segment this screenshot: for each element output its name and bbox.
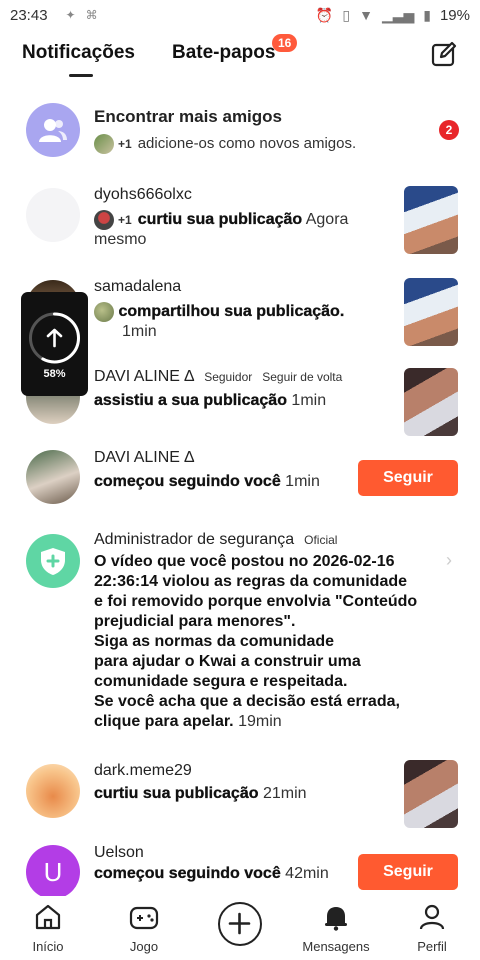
chats-unread-badge: 16: [272, 34, 298, 52]
active-tab-indicator: [69, 74, 93, 77]
nav-messages-label: Mensagens: [302, 939, 370, 954]
user-name-text: DAVI ALINE ∆: [94, 368, 195, 385]
nav-games-label: Jogo: [129, 939, 159, 954]
list-item[interactable]: Encontrar mais amigos +1 adicione-os como…: [0, 98, 480, 168]
avatar[interactable]: U: [26, 845, 80, 899]
action-text: curtiu sua publicação: [137, 211, 303, 229]
vibrate-icon: ▯: [342, 6, 351, 23]
unread-badge: 2: [439, 120, 459, 140]
timestamp: 42min: [285, 865, 329, 882]
plus-icon: [228, 912, 251, 935]
post-thumbnail[interactable]: [404, 368, 458, 436]
timestamp: 1min: [291, 392, 327, 409]
action-text: começou seguindo você: [94, 473, 281, 490]
bell-icon: [325, 907, 347, 931]
follow-back-tag[interactable]: Seguir de volta: [262, 370, 342, 384]
post-thumbnail[interactable]: [404, 186, 458, 254]
user-name[interactable]: Uelson: [94, 844, 144, 862]
user-name[interactable]: DAVI ALINE ∆: [94, 449, 194, 467]
mini-avatar: [94, 302, 114, 322]
list-item[interactable]: DAVI ALINE ∆ começou seguindo você 1min …: [0, 446, 480, 516]
upload-progress-ring: [29, 312, 80, 364]
message-line: Siga as normas da comunidade: [94, 633, 335, 650]
signal-icon: ▁▃▅: [381, 6, 415, 23]
plus-count: +1: [118, 213, 132, 227]
shield-icon: [41, 548, 65, 575]
chevron-right-icon[interactable]: ›: [446, 550, 452, 571]
nav-profile[interactable]: Perfil: [392, 902, 472, 954]
message-line: Se você acha que a decisão está errada,: [94, 693, 400, 710]
action-text: compartilhou sua publicação.: [118, 303, 345, 321]
user-name: Administrador de segurança Oficial: [94, 531, 337, 549]
nav-home-label: Início: [32, 939, 64, 954]
list-item[interactable]: U Uelson começou seguindo você 42min Seg…: [0, 842, 480, 899]
security-avatar: [26, 534, 80, 588]
mini-avatar: [94, 134, 114, 154]
timestamp: 1min: [285, 473, 320, 490]
user-name[interactable]: dyohs666olxc: [94, 186, 192, 204]
post-thumbnail[interactable]: [404, 278, 458, 346]
message-line: 22:36:14 violou as regras da comunidade: [94, 573, 408, 590]
item-title: Encontrar mais amigos: [94, 107, 283, 126]
action-text: curtiu sua publicação: [94, 785, 259, 802]
user-name[interactable]: DAVI ALINE ∆ Seguidor Seguir de volta: [94, 368, 342, 386]
mini-avatar: [94, 210, 114, 230]
create-post-button[interactable]: [218, 902, 262, 946]
avatar[interactable]: [26, 450, 80, 504]
nav-home[interactable]: Início: [8, 902, 88, 954]
cleaner-icon: ✦: [65, 8, 76, 22]
follower-tag: Seguidor: [204, 370, 253, 384]
avatar-letter: U: [43, 856, 63, 887]
find-friends-avatar: [26, 103, 80, 157]
user-name-text: Administrador de segurança: [94, 531, 295, 548]
friends-icon: [39, 119, 67, 142]
avatar[interactable]: [26, 764, 80, 818]
plus-count: +1: [118, 137, 132, 151]
status-time: 23:43: [10, 6, 48, 24]
timestamp: 21min: [262, 785, 307, 802]
message-line: para ajudar o Kwai a construir uma: [94, 653, 361, 670]
nav-profile-label: Perfil: [417, 939, 447, 954]
battery-icon: ▮: [423, 6, 431, 23]
action-text: assistiu a sua publicação: [94, 392, 287, 409]
message-line: e foi removido porque envolvia "Conteúdo: [94, 593, 418, 610]
battery-level: 19%: [439, 6, 470, 24]
follow-button[interactable]: Seguir: [358, 460, 458, 496]
user-name[interactable]: dark.meme29: [94, 762, 192, 780]
upload-progress-label: 58%: [43, 368, 66, 380]
home-icon: [35, 904, 61, 930]
alarm-icon: ⏰: [315, 6, 334, 23]
tab-chats[interactable]: Bate-papos: [172, 42, 275, 64]
nav-messages[interactable]: Mensagens: [296, 902, 376, 954]
compose-icon[interactable]: [430, 40, 458, 68]
app-notification-icon: ⌘: [85, 8, 98, 22]
bottom-nav: Início Jogo Mensagens Perfil: [0, 896, 480, 960]
timestamp: 19min: [238, 713, 282, 730]
post-thumbnail[interactable]: [404, 760, 458, 828]
item-text: adicione-os como novos amigos.: [137, 135, 357, 153]
action-text: começou seguindo você: [94, 865, 281, 882]
upload-arrow-icon: [46, 328, 63, 348]
user-name[interactable]: samadalena: [94, 278, 181, 296]
official-tag: Oficial: [304, 533, 338, 547]
wifi-icon: ▼: [359, 7, 373, 23]
profile-icon: [419, 904, 445, 930]
timestamp: 1min: [122, 323, 157, 341]
message-line: comunidade segura e respeitada.: [94, 673, 348, 690]
follow-button[interactable]: Seguir: [358, 854, 458, 890]
list-item[interactable]: dark.meme29 curtiu sua publicação 21min: [0, 760, 480, 832]
avatar[interactable]: [26, 188, 80, 242]
appeal-link[interactable]: clique para apelar.: [94, 713, 234, 730]
nav-games[interactable]: Jogo: [104, 902, 184, 954]
header: Notificações Bate-papos 16: [0, 30, 480, 80]
tab-notifications[interactable]: Notificações: [22, 42, 135, 64]
message-line: prejudicial para menores".: [94, 613, 296, 630]
security-message: O vídeo que você postou no 2026-02-16 22…: [94, 552, 424, 732]
list-item[interactable]: dyohs666olxc +1 curtiu sua publicação Ago…: [0, 182, 480, 262]
status-bar: 23:43 ✦ ⌘ ⏰ ▯ ▼ ▁▃▅ ▮ 19%: [0, 0, 480, 30]
message-line: O vídeo que você postou no 2026-02-16: [94, 553, 395, 570]
gamepad-icon: [129, 906, 159, 930]
list-item[interactable]: Administrador de segurança Oficial O víde…: [0, 528, 480, 738]
upload-progress-overlay[interactable]: 58%: [21, 292, 88, 396]
